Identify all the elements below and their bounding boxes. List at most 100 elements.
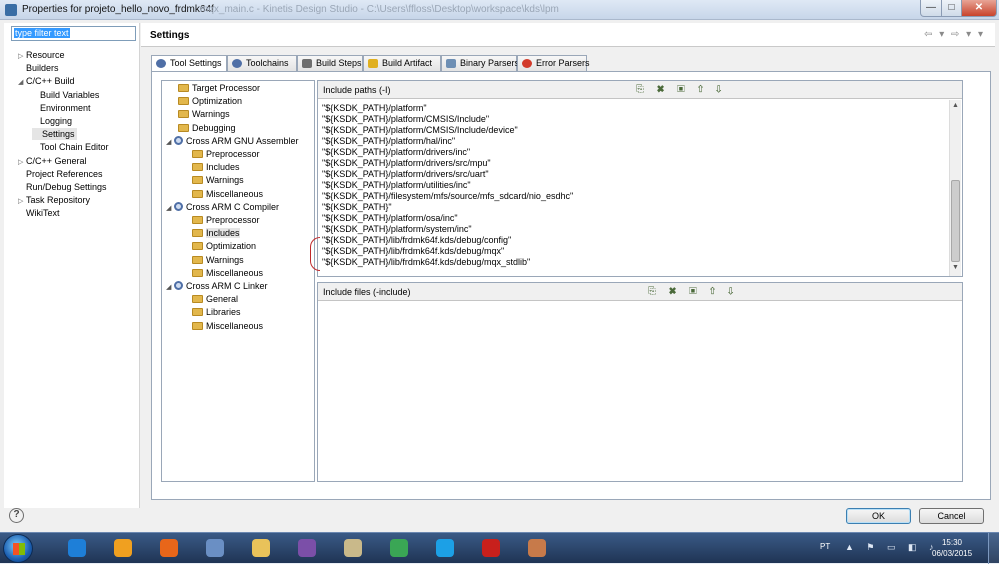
tool-tree-item[interactable]: Includes — [192, 161, 240, 173]
nav-item-run-debug-settings[interactable]: Run/Debug Settings — [18, 181, 107, 193]
tool-tree-item[interactable]: ◢ Cross ARM C Linker — [166, 280, 268, 294]
file-explorer-icon — [252, 539, 270, 557]
tool-tree-label: Warnings — [192, 109, 230, 120]
kinetis-design-studio-taskbar-button[interactable] — [518, 535, 556, 562]
nav-item-project-references[interactable]: Project References — [18, 168, 103, 180]
expand-arrow-icon[interactable]: ◢ — [166, 137, 174, 149]
tool-tree-item[interactable]: Miscellaneous — [192, 267, 263, 279]
include-path-item[interactable]: "${KSDK_PATH}/platform/CMSIS/Include" — [322, 114, 489, 125]
nav-item-environment[interactable]: Environment — [32, 102, 91, 114]
folder-icon — [192, 268, 203, 277]
nav-item-label: Settings — [42, 129, 75, 140]
tool-tree-item[interactable]: Libraries — [192, 306, 241, 318]
tool-tree-item[interactable]: Target Processor — [178, 82, 260, 94]
scroll-thumb[interactable] — [951, 180, 960, 262]
start-button[interactable] — [3, 534, 33, 563]
nav-item-logging[interactable]: Logging — [32, 115, 72, 127]
include-path-item[interactable]: "${KSDK_PATH}/platform/CMSIS/Include/dev… — [322, 125, 518, 136]
expand-arrow-icon[interactable]: ◢ — [18, 77, 26, 89]
tool-tree-item[interactable]: Includes — [192, 227, 240, 239]
include-path-item[interactable]: "${KSDK_PATH}/platform/drivers/src/uart" — [322, 169, 489, 180]
firefox-taskbar-button[interactable] — [150, 535, 188, 562]
tab-tool-settings[interactable]: Tool Settings — [151, 55, 227, 72]
tool-tree-item[interactable]: ◢ Cross ARM GNU Assembler — [166, 135, 299, 149]
ok-button[interactable]: OK — [846, 508, 911, 524]
filter-input[interactable]: type filter text — [11, 26, 136, 41]
expand-arrow-icon[interactable]: ◢ — [166, 282, 174, 294]
include-path-item[interactable]: "${KSDK_PATH}/platform/drivers/inc" — [322, 147, 470, 158]
nav-item-settings[interactable]: Settings — [32, 128, 77, 141]
nav-item-task-repository[interactable]: ▷ Task Repository — [18, 194, 90, 208]
nav-item-builders[interactable]: Builders — [18, 62, 59, 74]
media-player-taskbar-button[interactable] — [104, 535, 142, 562]
tool-tree-item[interactable]: Preprocessor — [192, 214, 260, 226]
scanner-taskbar-button[interactable] — [334, 535, 372, 562]
include-path-item[interactable]: "${KSDK_PATH}/lib/frdmk64f.kds/debug/con… — [322, 235, 511, 246]
tab-build-steps[interactable]: Build Steps — [297, 55, 363, 71]
system-tray-icons[interactable]: ▲ ⚑ ▭ ◧ ♪ — [845, 542, 939, 553]
file-explorer-taskbar-button[interactable] — [242, 535, 280, 562]
nav-item-c-c-general[interactable]: ▷ C/C++ General — [18, 155, 87, 169]
nav-item-build-variables[interactable]: Build Variables — [32, 89, 99, 101]
show-desktop-button[interactable] — [988, 533, 999, 564]
include-files-header: Include files (-include) ⎘ ✖ ▣ ⇧ ⇩ — [318, 283, 962, 301]
history-navigation[interactable]: ⇦ ▾ ⇨ ▾ ▾ — [924, 29, 985, 40]
nav-item-label: Run/Debug Settings — [26, 182, 107, 192]
tool-tree-item[interactable]: Preprocessor — [192, 148, 260, 160]
tool-tree-item[interactable]: Optimization — [192, 240, 256, 252]
include-paths-scrollbar[interactable]: ▲ ▼ — [949, 100, 961, 276]
pdf-reader-icon — [482, 539, 500, 557]
thunderbird-taskbar-button[interactable] — [196, 535, 234, 562]
scroll-down-icon[interactable]: ▼ — [950, 264, 961, 275]
expand-arrow-icon[interactable]: ◢ — [166, 203, 174, 215]
tab-binary-parsers[interactable]: Binary Parsers — [441, 55, 519, 71]
include-path-item[interactable]: "${KSDK_PATH}/platform/drivers/src/mpu" — [322, 158, 491, 169]
nav-item-tool-chain-editor[interactable]: Tool Chain Editor — [32, 141, 109, 153]
nav-item-resource[interactable]: ▷ Resource — [18, 49, 65, 63]
tool-tree-item[interactable]: Optimization — [178, 95, 242, 107]
tool-tree[interactable]: Target Processor Optimization Warnings Debu… — [161, 80, 315, 482]
include-paths-toolbar[interactable]: ⎘ ✖ ▣ ⇧ ⇩ — [636, 84, 727, 95]
nav-item-c-c-build[interactable]: ◢ C/C++ Build — [18, 75, 75, 89]
panel-scrollbar[interactable] — [970, 80, 982, 482]
nav-item-label: Build Variables — [40, 89, 100, 100]
include-path-item[interactable]: "${KSDK_PATH}/platform" — [322, 103, 427, 114]
tool-tree-item[interactable]: Miscellaneous — [192, 320, 263, 332]
include-path-item[interactable]: "${KSDK_PATH}/lib/frdmk64f.kds/debug/mqx… — [322, 257, 530, 268]
include-path-item[interactable]: "${KSDK_PATH}/lib/frdmk64f.kds/debug/mqx… — [322, 246, 504, 257]
close-button[interactable]: ✕ — [961, 0, 997, 17]
include-path-item[interactable]: "${KSDK_PATH}/filesystem/mfs/source/mfs_… — [322, 191, 573, 202]
tab-error-parsers[interactable]: Error Parsers — [517, 55, 590, 71]
tool-tree-item[interactable]: ◢ Cross ARM C Compiler — [166, 201, 279, 215]
help-icon[interactable]: ? — [9, 508, 24, 523]
tool-tree-item[interactable]: Warnings — [192, 254, 244, 266]
minimize-button[interactable]: — — [920, 0, 942, 17]
maximize-button[interactable]: □ — [941, 0, 962, 17]
pdf-reader-taskbar-button[interactable] — [472, 535, 510, 562]
tool-tree-item[interactable]: Warnings — [178, 108, 230, 120]
expand-arrow-icon[interactable]: ▷ — [18, 51, 26, 63]
include-path-item[interactable]: "${KSDK_PATH}/platform/system/inc" — [322, 224, 472, 235]
expand-arrow-icon[interactable]: ▷ — [18, 196, 26, 208]
tab-build-artifact[interactable]: Build Artifact — [363, 55, 441, 71]
tool-tree-item[interactable]: Debugging — [178, 122, 236, 134]
cancel-button[interactable]: Cancel — [919, 508, 984, 524]
include-path-item[interactable]: "${KSDK_PATH}/platform/hal/inc" — [322, 136, 455, 147]
viber-taskbar-button[interactable] — [288, 535, 326, 562]
include-path-item[interactable]: "${KSDK_PATH}/platform/osa/inc" — [322, 213, 458, 224]
chrome-taskbar-button[interactable] — [380, 535, 418, 562]
expand-arrow-icon[interactable]: ▷ — [18, 157, 26, 169]
include-path-item[interactable]: "${KSDK_PATH}/platform/utilities/inc" — [322, 180, 471, 191]
scroll-up-icon[interactable]: ▲ — [950, 102, 961, 113]
tab-toolchains[interactable]: Toolchains — [227, 55, 297, 71]
clock[interactable]: 15:30 06/03/2015 — [932, 537, 972, 559]
tool-tree-item[interactable]: Miscellaneous — [192, 188, 263, 200]
include-files-toolbar[interactable]: ⎘ ✖ ▣ ⇧ ⇩ — [648, 286, 739, 297]
nav-item-wikitext[interactable]: WikiText — [18, 207, 60, 219]
tool-tree-item[interactable]: Warnings — [192, 174, 244, 186]
skype-taskbar-button[interactable] — [426, 535, 464, 562]
internet-explorer-taskbar-button[interactable] — [58, 535, 96, 562]
language-indicator[interactable]: PT — [820, 542, 830, 551]
tool-tree-item[interactable]: General — [192, 293, 238, 305]
include-path-item[interactable]: "${KSDK_PATH}" — [322, 202, 392, 213]
